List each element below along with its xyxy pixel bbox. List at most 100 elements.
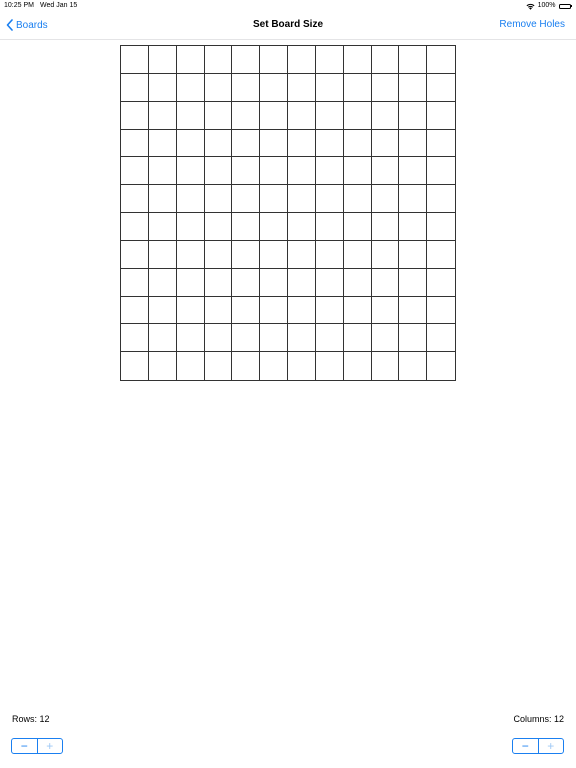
board-cell[interactable] xyxy=(288,268,316,297)
board-cell[interactable] xyxy=(176,296,205,325)
board-cell[interactable] xyxy=(176,129,205,158)
board-cell[interactable] xyxy=(427,213,455,241)
board-cell[interactable] xyxy=(399,240,428,269)
board-cell[interactable] xyxy=(204,185,233,213)
board-cell[interactable] xyxy=(176,46,205,74)
board-cell[interactable] xyxy=(315,46,344,74)
board-cell[interactable] xyxy=(148,213,177,241)
board-cell[interactable] xyxy=(315,268,344,297)
board-cell[interactable] xyxy=(343,73,372,102)
board-cell[interactable] xyxy=(399,73,428,102)
board-cell[interactable] xyxy=(371,73,400,102)
board-cell[interactable] xyxy=(343,157,372,186)
board-cell[interactable] xyxy=(148,296,177,325)
board-cell[interactable] xyxy=(427,297,455,325)
board-cell[interactable] xyxy=(343,240,372,269)
board-cell[interactable] xyxy=(121,324,149,353)
board-cell[interactable] xyxy=(371,157,400,186)
board-cell[interactable] xyxy=(399,185,428,213)
board-cell[interactable] xyxy=(148,324,177,353)
board-cell[interactable] xyxy=(204,157,233,186)
board-cell[interactable] xyxy=(288,352,316,380)
board-cell[interactable] xyxy=(343,213,372,241)
board-cell[interactable] xyxy=(176,101,205,130)
board-cell[interactable] xyxy=(148,73,177,102)
board-cell[interactable] xyxy=(315,213,344,241)
board-cell[interactable] xyxy=(371,268,400,297)
board-cell[interactable] xyxy=(177,352,205,380)
board-cell[interactable] xyxy=(399,101,428,130)
board-cell[interactable] xyxy=(260,324,288,353)
board-cell[interactable] xyxy=(121,129,149,158)
board-cell[interactable] xyxy=(260,268,288,297)
board-cell[interactable] xyxy=(399,324,428,353)
board-cell[interactable] xyxy=(121,73,149,102)
board-cell[interactable] xyxy=(343,46,372,74)
board-cell[interactable] xyxy=(260,352,288,380)
board-cell[interactable] xyxy=(204,46,233,74)
board-cell[interactable] xyxy=(232,157,261,186)
board-cell[interactable] xyxy=(315,185,344,213)
rows-increment-button[interactable]: + xyxy=(38,739,63,753)
board-cell[interactable] xyxy=(427,324,455,353)
columns-increment-button[interactable]: + xyxy=(539,739,564,753)
board-cell[interactable] xyxy=(121,157,149,186)
board-cell[interactable] xyxy=(288,240,316,269)
board-cell[interactable] xyxy=(288,324,316,353)
board-cell[interactable] xyxy=(288,46,316,74)
board-cell[interactable] xyxy=(204,324,233,353)
board-cell[interactable] xyxy=(399,296,428,325)
board-cell[interactable] xyxy=(288,296,316,325)
board-cell[interactable] xyxy=(121,185,149,213)
board-cell[interactable] xyxy=(371,46,400,74)
board-cell[interactable] xyxy=(232,101,261,130)
board-cell[interactable] xyxy=(204,213,233,241)
board-cell[interactable] xyxy=(121,46,149,74)
board-cell[interactable] xyxy=(288,129,316,158)
board-cell[interactable] xyxy=(148,268,177,297)
board-cell[interactable] xyxy=(121,296,149,325)
board-cell[interactable] xyxy=(205,352,233,380)
board-cell[interactable] xyxy=(371,324,400,353)
board-cell[interactable] xyxy=(232,185,261,213)
board-cell[interactable] xyxy=(316,352,344,380)
board-cell[interactable] xyxy=(176,185,205,213)
board-cell[interactable] xyxy=(176,213,205,241)
board-cell[interactable] xyxy=(176,268,205,297)
board-cell[interactable] xyxy=(232,46,261,74)
board-cell[interactable] xyxy=(204,268,233,297)
board-cell[interactable] xyxy=(148,46,177,74)
board-cell[interactable] xyxy=(260,73,288,102)
board-cell[interactable] xyxy=(315,101,344,130)
board-cell[interactable] xyxy=(399,129,428,158)
board-cell[interactable] xyxy=(204,240,233,269)
board-cell[interactable] xyxy=(232,73,261,102)
board-cell[interactable] xyxy=(315,324,344,353)
board-cell[interactable] xyxy=(427,241,455,269)
board-cell[interactable] xyxy=(260,296,288,325)
board-cell[interactable] xyxy=(176,157,205,186)
board-cell[interactable] xyxy=(399,352,428,380)
board-cell[interactable] xyxy=(343,296,372,325)
board-cell[interactable] xyxy=(399,268,428,297)
board-cell[interactable] xyxy=(176,240,205,269)
board-cell[interactable] xyxy=(204,129,233,158)
board-cell[interactable] xyxy=(148,101,177,130)
board-cell[interactable] xyxy=(148,185,177,213)
board-grid[interactable] xyxy=(120,45,456,381)
board-cell[interactable] xyxy=(232,352,261,380)
board-cell[interactable] xyxy=(260,157,288,186)
board-cell[interactable] xyxy=(315,296,344,325)
board-cell[interactable] xyxy=(427,352,455,380)
board-cell[interactable] xyxy=(427,130,455,158)
board-cell[interactable] xyxy=(315,129,344,158)
board-cell[interactable] xyxy=(204,101,233,130)
board-cell[interactable] xyxy=(344,352,372,380)
board-cell[interactable] xyxy=(371,185,400,213)
board-cell[interactable] xyxy=(148,240,177,269)
board-cell[interactable] xyxy=(232,129,261,158)
board-cell[interactable] xyxy=(343,129,372,158)
board-cell[interactable] xyxy=(260,240,288,269)
board-cell[interactable] xyxy=(427,185,455,213)
board-cell[interactable] xyxy=(121,240,149,269)
